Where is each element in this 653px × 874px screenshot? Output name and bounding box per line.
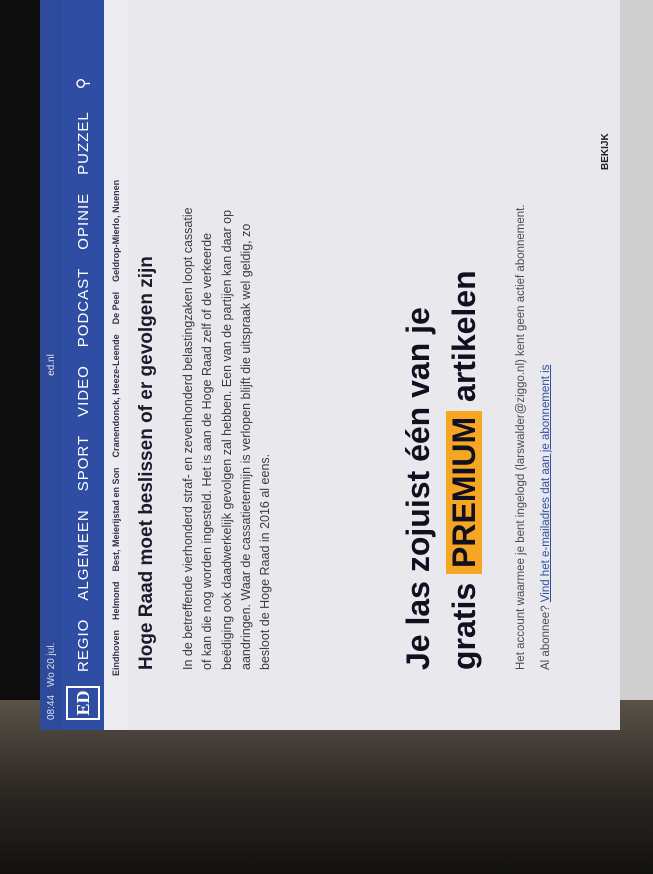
paywall-line2-pre: gratis (446, 582, 483, 670)
nav-algemeen[interactable]: ALGEMEEN (75, 509, 92, 600)
url-label[interactable]: ed.nl (46, 0, 57, 730)
nav-video[interactable]: VIDEO (75, 365, 92, 417)
device-screen: 08:44 Wo 20 jul. ed.nl ED REGIO ALGEMEEN… (40, 0, 620, 730)
account-info: Het account waarmee je bent ingelogd (la… (514, 204, 527, 670)
subnav-geldrop[interactable]: Geldrop-Mierlo, Nuenen (111, 180, 121, 282)
subnav-best[interactable]: Best, Meierijstad en Son (111, 467, 121, 571)
find-email-link[interactable]: Vind het e-mailadres dat aan je abonneme… (540, 365, 552, 603)
subnav-de-peel[interactable]: De Peel (111, 292, 121, 325)
paywall-line1: Je las zojuist één van je (400, 307, 436, 670)
subnav-cranendonck[interactable]: Cranendonck, Heeze-Leende (111, 334, 121, 457)
subscriber-row: Al abonnee? Vind het e-mailadres dat aan… (540, 200, 552, 670)
subnav-helmond[interactable]: Helmond (111, 581, 121, 620)
nav-regio[interactable]: REGIO (75, 619, 92, 672)
premium-badge: PREMIUM (446, 410, 483, 574)
nav-podcast[interactable]: PODCAST (75, 268, 92, 348)
region-subnav: Eindhoven Helmond Best, Meierijstad en S… (104, 0, 128, 730)
status-bar: 08:44 Wo 20 jul. ed.nl (40, 0, 62, 730)
subscriber-prefix: Al abonnee? (540, 605, 553, 670)
article-headline: Hoge Raad moet beslissen of er gevolgen … (136, 256, 157, 670)
paywall-title: Je las zojuist één van je gratis PREMIUM… (395, 200, 488, 670)
search-icon[interactable]: ⚲ (73, 78, 93, 90)
nav-sport[interactable]: SPORT (75, 435, 92, 491)
article: Hoge Raad moet beslissen of er gevolgen … (135, 200, 276, 670)
subnav-eindhoven[interactable]: Eindhoven (111, 630, 121, 676)
article-body: In de betreffende vierhonderd straf- en … (180, 207, 273, 670)
paywall-line2-post: artikelen (446, 270, 483, 402)
paywall: Je las zojuist één van je gratis PREMIUM… (395, 200, 552, 670)
nav-puzzel[interactable]: PUZZEL (75, 111, 92, 175)
nav-opinie[interactable]: OPINIE (75, 193, 92, 250)
main-nav: ED REGIO ALGEMEEN SPORT VIDEO PODCAST OP… (62, 0, 104, 730)
bekijk-link[interactable]: BEKIJK (600, 133, 611, 170)
ed-logo[interactable]: ED (66, 686, 100, 720)
